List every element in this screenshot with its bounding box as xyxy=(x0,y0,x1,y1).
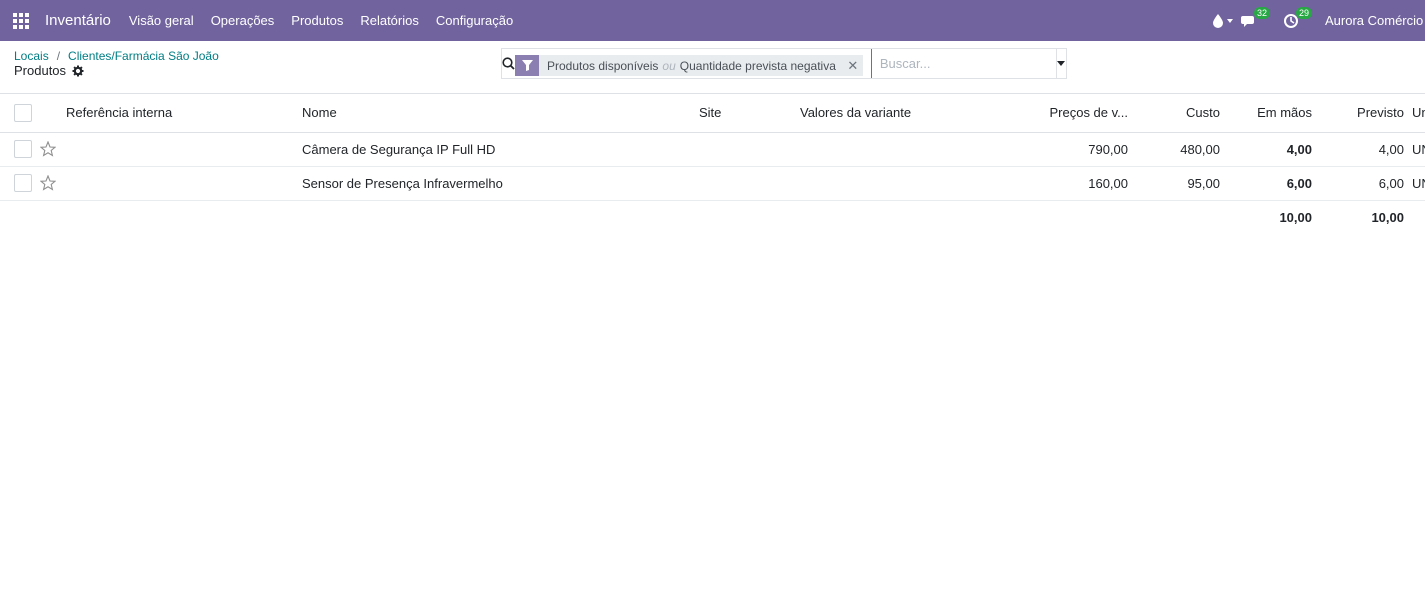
facet-values: Produtos disponíveis ou Quantidade previst… xyxy=(539,59,843,73)
products-table: Referência interna Nome Site Valores da … xyxy=(0,94,1425,234)
column-valores-variante[interactable]: Valores da variante xyxy=(800,94,1000,132)
breadcrumb-location[interactable]: Clientes/Farmácia São João xyxy=(68,49,219,63)
activities-badge: 29 xyxy=(1296,6,1313,19)
star-icon[interactable] xyxy=(40,141,56,157)
totals-end xyxy=(1404,200,1425,234)
cell-previsto: 4,00 xyxy=(1378,141,1404,157)
cell-unidade: UN xyxy=(1412,141,1425,157)
cell-custo: 480,00 xyxy=(1180,141,1220,157)
column-em-maos[interactable]: Em mãos xyxy=(1220,94,1312,132)
totals-spacer xyxy=(0,200,1220,234)
app-name[interactable]: Inventário xyxy=(45,12,111,29)
page-title: Produtos xyxy=(14,63,84,78)
cell-custo: 95,00 xyxy=(1187,175,1220,191)
facet-value: Quantidade prevista negativa xyxy=(679,58,836,73)
header-spacer xyxy=(40,94,66,132)
cell-referencia xyxy=(66,166,302,200)
cell-site xyxy=(699,166,800,200)
facet-value: Produtos disponíveis xyxy=(547,58,659,73)
column-unidade[interactable]: Un xyxy=(1404,94,1425,132)
cell-previsto: 6,00 xyxy=(1378,175,1404,191)
search-options-toggle[interactable] xyxy=(1055,49,1066,78)
row-checkbox[interactable] xyxy=(14,140,32,158)
cell-preco: 790,00 xyxy=(1088,141,1128,157)
table-header: Referência interna Nome Site Valores da … xyxy=(0,94,1425,132)
gear-icon[interactable] xyxy=(72,65,84,77)
close-icon[interactable]: ✕ xyxy=(843,55,863,76)
cell-unidade: UN xyxy=(1412,175,1425,191)
column-previsto[interactable]: Previsto xyxy=(1312,94,1404,132)
user-menu[interactable]: Aurora Comércio xyxy=(1325,13,1425,28)
breadcrumb-locais[interactable]: Locais xyxy=(14,49,49,63)
facet-separator: ou xyxy=(662,58,676,73)
breadcrumb: Locais / Clientes/Farmácia São João xyxy=(14,49,219,63)
cell-preco: 160,00 xyxy=(1088,175,1128,191)
menu-produtos[interactable]: Produtos xyxy=(291,13,343,28)
search-bar: Produtos disponíveis ou Quantidade previst… xyxy=(501,48,1067,79)
favorite-cell xyxy=(40,132,66,166)
apps-grid-icon[interactable] xyxy=(13,12,29,29)
table-totals-row: 10,00 10,00 xyxy=(0,200,1425,234)
select-all-checkbox[interactable] xyxy=(14,103,32,122)
menu-relatorios[interactable]: Relatórios xyxy=(360,13,419,28)
cell-referencia xyxy=(66,132,302,166)
favorite-cell xyxy=(40,166,66,200)
search-icon[interactable] xyxy=(502,49,515,78)
row-select-cell xyxy=(0,166,40,200)
messages-button[interactable]: 32 xyxy=(1241,6,1271,31)
menu-operacoes[interactable]: Operações xyxy=(211,13,275,28)
table-row[interactable]: Câmera de Segurança IP Full HD 790,00 48… xyxy=(0,132,1425,166)
top-navbar: Inventário Visão geral Operações Produto… xyxy=(0,0,1425,41)
chevron-down-icon xyxy=(1057,61,1066,66)
row-select-cell xyxy=(0,132,40,166)
cell-nome: Sensor de Presença Infravermelho xyxy=(302,175,503,191)
search-input[interactable] xyxy=(870,49,1056,78)
total-em-maos: 10,00 xyxy=(1279,209,1312,225)
row-checkbox[interactable] xyxy=(14,174,32,192)
cell-site xyxy=(699,132,800,166)
control-panel: Locais / Clientes/Farmácia São João Prod… xyxy=(0,41,1425,94)
column-custo[interactable]: Custo xyxy=(1128,94,1220,132)
total-previsto: 10,00 xyxy=(1371,209,1404,225)
column-site[interactable]: Site xyxy=(699,94,800,132)
column-preco-venda[interactable]: Preços de v... xyxy=(1000,94,1128,132)
messages-badge: 32 xyxy=(1254,6,1271,19)
menu-visao-geral[interactable]: Visão geral xyxy=(129,13,194,28)
breadcrumb-separator: / xyxy=(56,49,61,63)
cell-variante xyxy=(800,166,1000,200)
cell-variante xyxy=(800,132,1000,166)
table-row[interactable]: Sensor de Presença Infravermelho 160,00 … xyxy=(0,166,1425,200)
page-title-text: Produtos xyxy=(14,63,67,78)
chevron-down-icon xyxy=(1227,18,1233,23)
cell-em-maos: 4,00 xyxy=(1286,141,1312,157)
activities-button[interactable]: 29 xyxy=(1283,6,1313,31)
column-nome[interactable]: Nome xyxy=(302,94,699,132)
filter-facet: Produtos disponíveis ou Quantidade previst… xyxy=(515,55,863,76)
column-referencia[interactable]: Referência interna xyxy=(66,94,302,132)
filter-icon xyxy=(515,55,539,76)
menu-configuracao[interactable]: Configuração xyxy=(436,13,513,28)
drop-icon[interactable] xyxy=(1213,11,1235,31)
cell-nome: Câmera de Segurança IP Full HD xyxy=(302,141,496,157)
star-icon[interactable] xyxy=(40,175,56,191)
select-all-cell xyxy=(0,94,40,132)
cell-em-maos: 6,00 xyxy=(1286,175,1312,191)
